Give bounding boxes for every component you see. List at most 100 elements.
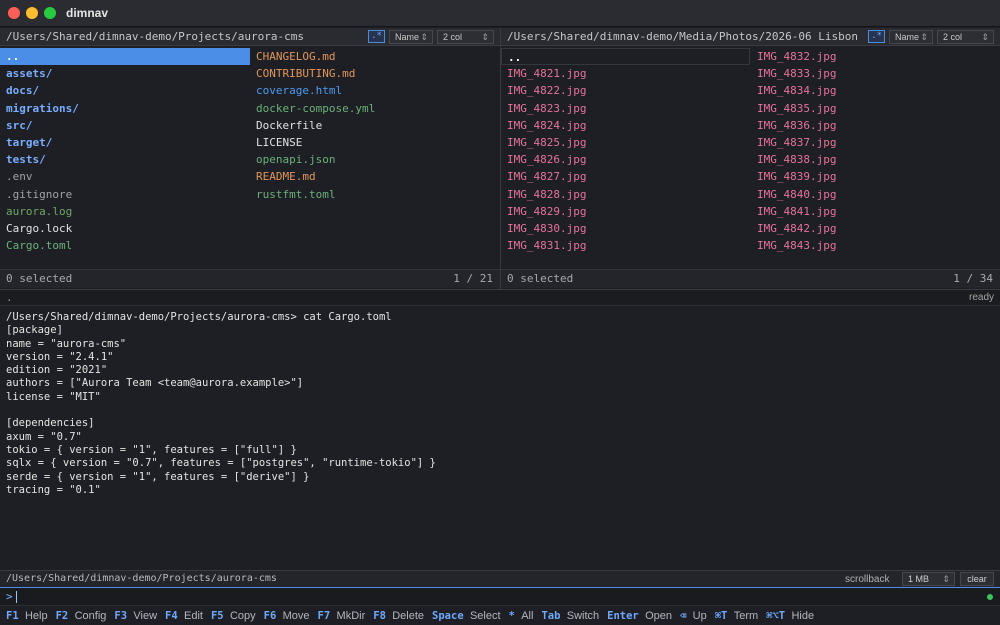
- fkey-all[interactable]: * All: [509, 606, 534, 625]
- file-entry[interactable]: IMG_4833.jpg: [751, 65, 1000, 82]
- file-entry[interactable]: IMG_4842.jpg: [751, 220, 1000, 237]
- file-entry[interactable]: IMG_4822.jpg: [501, 82, 750, 99]
- fkey-mkdir[interactable]: F7 MkDir: [318, 606, 366, 625]
- right-selected-count: 0 selected: [507, 272, 574, 285]
- right-regex-filter-button[interactable]: .*: [868, 30, 885, 43]
- folder-entry[interactable]: src/: [0, 117, 250, 134]
- right-path-text[interactable]: /Users/Shared/dimnav-demo/Media/Photos/2…: [507, 30, 858, 43]
- right-position-count: 1 / 34: [953, 272, 993, 285]
- file-entry[interactable]: IMG_4823.jpg: [501, 100, 750, 117]
- terminal-line: [dependencies]: [6, 417, 95, 430]
- left-file-list[interactable]: .. assets/docs/migrations/src/target/test…: [0, 48, 500, 272]
- fkey-switch[interactable]: Tab Switch: [541, 606, 599, 625]
- file-entry[interactable]: coverage.html: [250, 82, 500, 99]
- folder-entry[interactable]: migrations/: [0, 100, 250, 117]
- file-entry[interactable]: IMG_4826.jpg: [501, 151, 750, 168]
- left-pane[interactable]: /Users/Shared/dimnav-demo/Projects/auror…: [0, 28, 500, 289]
- fkey-config[interactable]: F2 Config: [56, 606, 107, 625]
- file-entry[interactable]: IMG_4843.jpg: [751, 237, 1000, 254]
- file-entry[interactable]: LICENSE: [250, 134, 500, 151]
- file-entry[interactable]: Cargo.toml: [0, 237, 250, 254]
- right-columns-select[interactable]: 2 col ⇕: [937, 30, 994, 44]
- left-columns-select[interactable]: 2 col ⇕: [437, 30, 494, 44]
- file-entry[interactable]: rustfmt.toml: [250, 186, 500, 203]
- folder-entry[interactable]: tests/: [0, 151, 250, 168]
- file-entry[interactable]: IMG_4837.jpg: [751, 134, 1000, 151]
- terminal-line: name = "aurora-cms": [6, 337, 127, 350]
- fkey-label: Delete: [392, 610, 425, 622]
- fkey-label: Help: [24, 610, 48, 622]
- clear-button[interactable]: clear: [960, 572, 994, 586]
- chevron-updown-icon: ⇕: [420, 32, 428, 42]
- file-entry[interactable]: aurora.log: [0, 203, 250, 220]
- terminal-header-path: .: [6, 291, 13, 304]
- file-entry[interactable]: README.md: [250, 168, 500, 185]
- terminal-header: . ready: [0, 289, 1000, 306]
- file-entry[interactable]: Dockerfile: [250, 117, 500, 134]
- fkey-label: Term: [733, 610, 759, 622]
- folder-entry[interactable]: docs/: [0, 82, 250, 99]
- fkey-label: Hide: [791, 610, 815, 622]
- status-dot-icon: [987, 594, 993, 600]
- folder-entry[interactable]: target/: [0, 134, 250, 151]
- file-entry[interactable]: IMG_4821.jpg: [501, 65, 750, 82]
- file-entry[interactable]: .env: [0, 168, 250, 185]
- fkey-label: View: [133, 610, 158, 622]
- right-pane-status: 0 selected 1 / 34: [501, 269, 1000, 288]
- left-column-2: CHANGELOG.md CONTRIBUTING.md coverage.html…: [250, 48, 500, 203]
- terminal-line: [package]: [6, 324, 63, 337]
- file-entry[interactable]: IMG_4834.jpg: [751, 82, 1000, 99]
- file-entry[interactable]: Cargo.lock: [0, 220, 250, 237]
- fkey-edit[interactable]: F4 Edit: [165, 606, 203, 625]
- fkey-open[interactable]: Enter Open: [607, 606, 672, 625]
- fkey-delete[interactable]: F8 Delete: [373, 606, 424, 625]
- right-file-list[interactable]: .. IMG_4821.jpg IMG_4822.jpg IMG_4823.jpg IM…: [501, 48, 1000, 272]
- fkey-view[interactable]: F3 View: [114, 606, 157, 625]
- file-entry[interactable]: IMG_4827.jpg: [501, 168, 750, 185]
- file-entry[interactable]: IMG_4830.jpg: [501, 220, 750, 237]
- file-entry[interactable]: IMG_4828.jpg: [501, 186, 750, 203]
- fkey-copy[interactable]: F5 Copy: [211, 606, 256, 625]
- fkey-label: MkDir: [336, 610, 366, 622]
- file-entry[interactable]: IMG_4838.jpg: [751, 151, 1000, 168]
- fkey-up[interactable]: ⌫ Up: [680, 606, 707, 625]
- right-sort-select[interactable]: Name ⇕: [889, 30, 933, 44]
- folder-entry[interactable]: assets/: [0, 65, 250, 82]
- folder-entry[interactable]: ..: [501, 48, 750, 66]
- fkey-term[interactable]: ⌘T Term: [715, 606, 758, 625]
- file-entry[interactable]: IMG_4831.jpg: [501, 237, 750, 254]
- right-pane[interactable]: /Users/Shared/dimnav-demo/Media/Photos/2…: [501, 28, 1000, 289]
- right-path-bar: /Users/Shared/dimnav-demo/Media/Photos/2…: [501, 28, 1000, 46]
- close-window-button[interactable]: [8, 7, 20, 19]
- file-entry[interactable]: .gitignore: [0, 186, 250, 203]
- fkey-help[interactable]: F1 Help: [6, 606, 48, 625]
- file-entry[interactable]: IMG_4835.jpg: [751, 100, 1000, 117]
- file-entry[interactable]: IMG_4829.jpg: [501, 203, 750, 220]
- file-entry[interactable]: IMG_4836.jpg: [751, 117, 1000, 134]
- scrollback-select[interactable]: 1 MB ⇕: [902, 572, 955, 586]
- folder-entry[interactable]: ..: [0, 48, 250, 66]
- fkey-move[interactable]: F6 Move: [264, 606, 310, 625]
- file-entry[interactable]: IMG_4839.jpg: [751, 168, 1000, 185]
- zoom-window-button[interactable]: [44, 7, 56, 19]
- fkey-key: F4: [165, 610, 178, 622]
- file-entry[interactable]: IMG_4832.jpg: [751, 48, 1000, 65]
- left-sort-select[interactable]: Name ⇕: [389, 30, 433, 44]
- command-prompt: >: [6, 590, 13, 603]
- fkey-select[interactable]: Space Select: [432, 606, 501, 625]
- left-regex-filter-button[interactable]: .*: [368, 30, 385, 43]
- file-entry[interactable]: CHANGELOG.md: [250, 48, 500, 65]
- file-entry[interactable]: CONTRIBUTING.md: [250, 65, 500, 82]
- minimize-window-button[interactable]: [26, 7, 38, 19]
- file-entry[interactable]: docker-compose.yml: [250, 100, 500, 117]
- file-entry[interactable]: IMG_4824.jpg: [501, 117, 750, 134]
- left-path-text[interactable]: /Users/Shared/dimnav-demo/Projects/auror…: [6, 30, 304, 43]
- file-entry[interactable]: IMG_4825.jpg: [501, 134, 750, 151]
- file-entry[interactable]: openapi.json: [250, 151, 500, 168]
- terminal-output[interactable]: /Users/Shared/dimnav-demo/Projects/auror…: [0, 307, 1000, 569]
- command-input[interactable]: [20, 589, 960, 604]
- fkey-hide[interactable]: ⌘⌥T Hide: [766, 606, 814, 625]
- chevron-updown-icon: ⇕: [920, 32, 928, 42]
- file-entry[interactable]: IMG_4840.jpg: [751, 186, 1000, 203]
- file-entry[interactable]: IMG_4841.jpg: [751, 203, 1000, 220]
